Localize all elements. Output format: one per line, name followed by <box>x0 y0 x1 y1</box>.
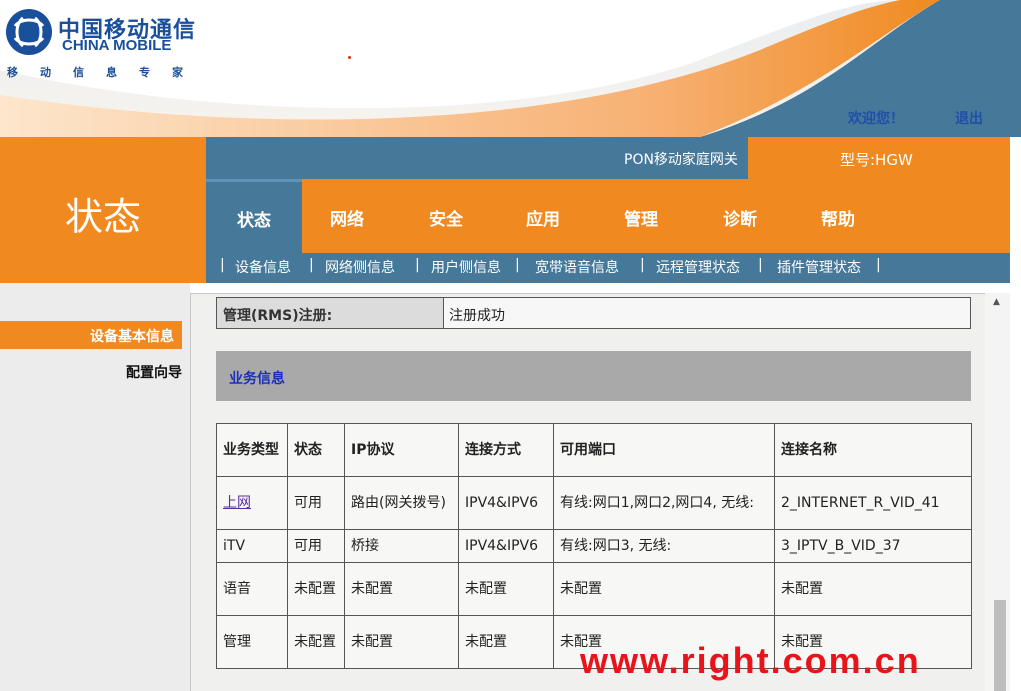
table-cell: 未配置 <box>553 562 775 616</box>
service-internet-link[interactable]: 上网 <box>223 495 251 511</box>
china-mobile-logo-icon <box>6 9 52 55</box>
table-row: 语音 未配置 未配置 未配置 未配置 未配置 <box>216 562 972 616</box>
rms-value: 注册成功 <box>449 308 505 324</box>
table-cell: 3_IPTV_B_VID_37 <box>774 529 972 563</box>
table-cell: 桥接 <box>344 529 459 563</box>
tab-diagnostics[interactable]: 诊断 <box>693 179 787 253</box>
table-cell: 未配置 <box>458 562 554 616</box>
gateway-name: PON移动家庭网关 <box>624 152 738 168</box>
table-cell: 未配置 <box>287 615 345 669</box>
table-cell: 有线:网口3, 无线: <box>553 529 775 563</box>
device-model: 型号:HGW <box>840 151 913 169</box>
section-title: 状态 <box>64 195 141 239</box>
subnav-separator: | <box>640 257 645 273</box>
subnav-separator: | <box>515 257 520 273</box>
table-cell: 未配置 <box>774 562 972 616</box>
tab-help[interactable]: 帮助 <box>790 179 886 253</box>
subnav-separator: | <box>415 257 420 273</box>
table-cell: IPV4&IPV6 <box>458 529 554 563</box>
brand-slogan: 移动信息专家 <box>7 66 205 79</box>
col-header-connection-name: 连接名称 <box>774 423 972 477</box>
table-cell: 有线:网口1,网口2,网口4, 无线: <box>553 476 775 530</box>
welcome-text: 欢迎您！ <box>848 111 904 127</box>
subtab-broadband-voice[interactable]: 宽带语音信息 <box>535 257 619 277</box>
subnav-separator: | <box>220 257 225 273</box>
subtab-plugin-mgmt[interactable]: 插件管理状态 <box>777 257 861 277</box>
col-header-connection-mode: 连接方式 <box>458 423 554 477</box>
scrollbar-thumb[interactable] <box>994 600 1006 691</box>
watermark-text: www.right.com.cn <box>580 640 921 681</box>
tab-management[interactable]: 管理 <box>595 179 687 253</box>
subtab-lan-info[interactable]: 用户侧信息 <box>431 257 501 277</box>
table-header-row: 业务类型 状态 IP协议 连接方式 可用端口 连接名称 <box>216 423 972 477</box>
decorative-dot <box>348 56 351 59</box>
subnav-separator: | <box>758 257 763 273</box>
table-cell: 未配置 <box>344 615 459 669</box>
rms-label: 管理(RMS)注册: <box>223 308 333 324</box>
table-cell: 路由(网关拨号) <box>344 476 459 530</box>
table-cell: 2_INTERNET_R_VID_41 <box>774 476 972 530</box>
tab-status[interactable]: 状态 <box>206 179 302 253</box>
col-header-ports: 可用端口 <box>553 423 775 477</box>
sidebar-item-label: 设备基本信息 <box>90 329 174 345</box>
subnav-separator: | <box>309 257 314 273</box>
service-info-header: 业务信息 <box>216 351 971 401</box>
rms-status-row: 管理(RMS)注册: 注册成功 <box>216 297 971 329</box>
table-row: 上网 可用 路由(网关拨号) IPV4&IPV6 有线:网口1,网口2,网口4,… <box>216 476 972 530</box>
table-cell: 可用 <box>287 476 345 530</box>
sidebar-item-device-basic-info[interactable]: 设备基本信息 <box>0 321 182 349</box>
tab-application[interactable]: 应用 <box>497 179 589 253</box>
table-cell: IPV4&IPV6 <box>458 476 554 530</box>
right-edge <box>1010 137 1021 691</box>
col-header-ip-protocol: IP协议 <box>344 423 459 477</box>
rms-label-cell: 管理(RMS)注册: <box>217 298 444 328</box>
table-cell: 未配置 <box>287 562 345 616</box>
logout-link[interactable]: 退出 <box>955 108 983 128</box>
col-header-status: 状态 <box>287 423 345 477</box>
sidebar-item-config-wizard[interactable]: 配置向导 <box>126 362 182 382</box>
subtab-wan-info[interactable]: 网络侧信息 <box>325 257 395 277</box>
brand-name-en: CHINA MOBILE <box>62 37 172 54</box>
table-cell: 语音 <box>216 562 288 616</box>
table-cell: 未配置 <box>458 615 554 669</box>
subtab-device-info[interactable]: 设备信息 <box>235 257 291 277</box>
col-header-service-type: 业务类型 <box>216 423 288 477</box>
scroll-up-arrow-icon[interactable]: ▲ <box>993 297 1000 307</box>
table-cell: 上网 <box>216 476 288 530</box>
table-cell: 未配置 <box>344 562 459 616</box>
service-info-title: 业务信息 <box>229 371 285 387</box>
header-banner: 中国移动通信 CHINA MOBILE 移动信息专家 欢迎您！ 退出 <box>0 0 1021 137</box>
table-cell: iTV <box>216 529 288 563</box>
tab-security[interactable]: 安全 <box>400 179 492 253</box>
subnav-separator: | <box>876 257 881 273</box>
table-cell: 可用 <box>287 529 345 563</box>
tab-network[interactable]: 网络 <box>302 179 392 253</box>
subtab-remote-mgmt[interactable]: 远程管理状态 <box>656 257 740 277</box>
table-cell: 管理 <box>216 615 288 669</box>
table-row: iTV 可用 桥接 IPV4&IPV6 有线:网口3, 无线: 3_IPTV_B… <box>216 529 972 563</box>
service-table: 业务类型 状态 IP协议 连接方式 可用端口 连接名称 上网 可用 路由(网关拨… <box>216 423 972 669</box>
